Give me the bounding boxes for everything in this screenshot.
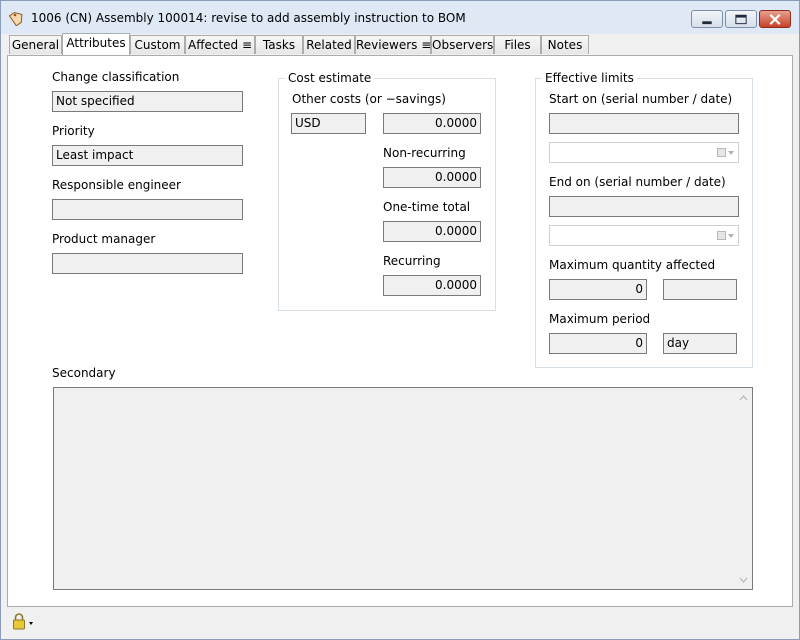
tab-related[interactable]: Related <box>303 35 355 54</box>
tab-files[interactable]: Files <box>494 35 541 54</box>
tag-icon <box>9 11 23 26</box>
change-classification-label: Change classification <box>52 70 180 84</box>
product-manager-field[interactable] <box>52 253 243 274</box>
tab-custom[interactable]: Custom <box>130 35 185 54</box>
priority-label: Priority <box>52 124 95 138</box>
max-period-label: Maximum period <box>549 312 651 326</box>
tab-reviewers[interactable]: Reviewers ≡ <box>355 35 431 54</box>
max-quantity-unit-field[interactable] <box>663 279 737 300</box>
title-bar: 1006 (CN) Assembly 100014: revise to add… <box>1 1 799 34</box>
scroll-down-icon[interactable] <box>739 577 748 583</box>
tab-attributes[interactable]: Attributes <box>62 33 130 55</box>
non-recurring-field[interactable]: 0.0000 <box>383 167 481 188</box>
start-on-serial-field[interactable] <box>549 113 739 134</box>
currency-field[interactable]: USD <box>291 113 366 134</box>
secondary-textarea[interactable] <box>53 387 753 590</box>
priority-field[interactable]: Least impact <box>52 145 243 166</box>
effective-limits-title: Effective limits <box>542 71 637 85</box>
calendar-dropdown-icon[interactable] <box>717 147 735 158</box>
end-on-date-picker[interactable] <box>549 225 739 246</box>
secondary-label: Secondary <box>52 366 116 380</box>
change-notice-window: 1006 (CN) Assembly 100014: revise to add… <box>0 0 800 640</box>
minimize-icon <box>702 21 712 25</box>
tab-observers[interactable]: Observers <box>431 35 494 54</box>
recurring-label: Recurring <box>383 254 441 268</box>
non-recurring-label: Non-recurring <box>383 146 466 160</box>
padlock-icon[interactable] <box>12 613 36 631</box>
one-time-total-field[interactable]: 0.0000 <box>383 221 481 242</box>
max-period-unit-field[interactable]: day <box>663 333 737 354</box>
status-bar <box>1 608 799 639</box>
end-on-serial-field[interactable] <box>549 196 739 217</box>
tab-strip: General Attributes Custom Affected ≡ Tas… <box>9 33 793 55</box>
cost-estimate-title: Cost estimate <box>285 71 375 85</box>
maximize-button[interactable] <box>725 10 757 28</box>
recurring-field[interactable]: 0.0000 <box>383 275 481 296</box>
window-title: 1006 (CN) Assembly 100014: revise to add… <box>31 11 466 25</box>
maximize-icon <box>735 14 747 25</box>
max-quantity-field[interactable]: 0 <box>549 279 647 300</box>
start-on-date-picker[interactable] <box>549 142 739 163</box>
responsible-engineer-field[interactable] <box>52 199 243 220</box>
close-button[interactable] <box>759 10 791 28</box>
minimize-button[interactable] <box>691 10 723 28</box>
tab-general[interactable]: General <box>9 35 62 54</box>
product-manager-label: Product manager <box>52 232 156 246</box>
max-quantity-label: Maximum quantity affected <box>549 258 716 272</box>
end-on-label: End on (serial number / date) <box>549 175 726 189</box>
max-period-field[interactable]: 0 <box>549 333 647 354</box>
one-time-total-label: One-time total <box>383 200 471 214</box>
tab-affected[interactable]: Affected ≡ <box>185 35 255 54</box>
other-costs-field[interactable]: 0.0000 <box>383 113 481 134</box>
other-costs-label: Other costs (or −savings) <box>292 92 446 106</box>
change-classification-field[interactable]: Not specified <box>52 91 243 112</box>
close-icon <box>769 13 781 25</box>
scroll-up-icon[interactable] <box>739 395 748 401</box>
tab-notes[interactable]: Notes <box>541 35 589 54</box>
start-on-label: Start on (serial number / date) <box>549 92 733 106</box>
tab-tasks[interactable]: Tasks <box>255 35 303 54</box>
calendar-dropdown-icon[interactable] <box>717 230 735 241</box>
responsible-engineer-label: Responsible engineer <box>52 178 181 192</box>
